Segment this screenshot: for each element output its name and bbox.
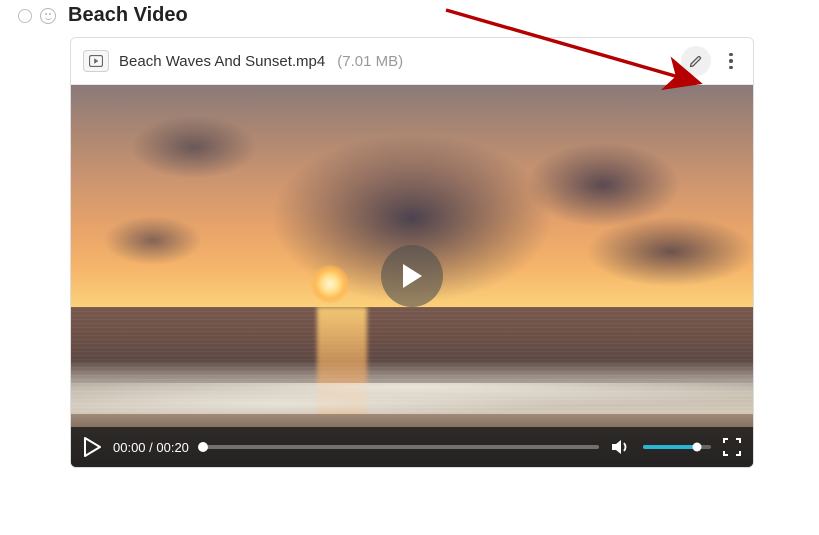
progress-knob[interactable]: [198, 442, 208, 452]
video-file-icon: [83, 50, 109, 72]
volume-button[interactable]: [611, 438, 631, 456]
video-preview: 00:00 / 00:20: [71, 85, 753, 467]
speaker-icon: [611, 438, 631, 456]
fullscreen-button[interactable]: [723, 438, 741, 456]
attachment-filename: Beach Waves And Sunset.mp4: [119, 53, 325, 70]
progress-slider[interactable]: [201, 445, 599, 449]
volume-slider[interactable]: [643, 445, 711, 449]
dots-icon: [729, 53, 733, 57]
attachment-panel: Beach Waves And Sunset.mp4 (7.01 MB) 00:…: [70, 37, 754, 468]
smiley-icon: [40, 8, 56, 24]
play-button[interactable]: [83, 437, 101, 457]
page-title: Beach Video: [68, 4, 188, 27]
bullet-circle-icon: [18, 9, 32, 23]
fullscreen-icon: [723, 438, 741, 456]
more-options-button[interactable]: [721, 46, 741, 76]
play-icon: [400, 262, 424, 290]
play-icon: [83, 437, 101, 457]
time-display: 00:00 / 00:20: [113, 440, 189, 455]
attachment-filesize: (7.01 MB): [337, 53, 403, 70]
edit-button[interactable]: [681, 46, 711, 76]
video-controls: 00:00 / 00:20: [71, 427, 753, 467]
play-overlay-button[interactable]: [381, 245, 443, 307]
volume-knob[interactable]: [693, 443, 702, 452]
attachment-header: Beach Waves And Sunset.mp4 (7.01 MB): [71, 38, 753, 85]
pencil-icon: [689, 54, 703, 68]
